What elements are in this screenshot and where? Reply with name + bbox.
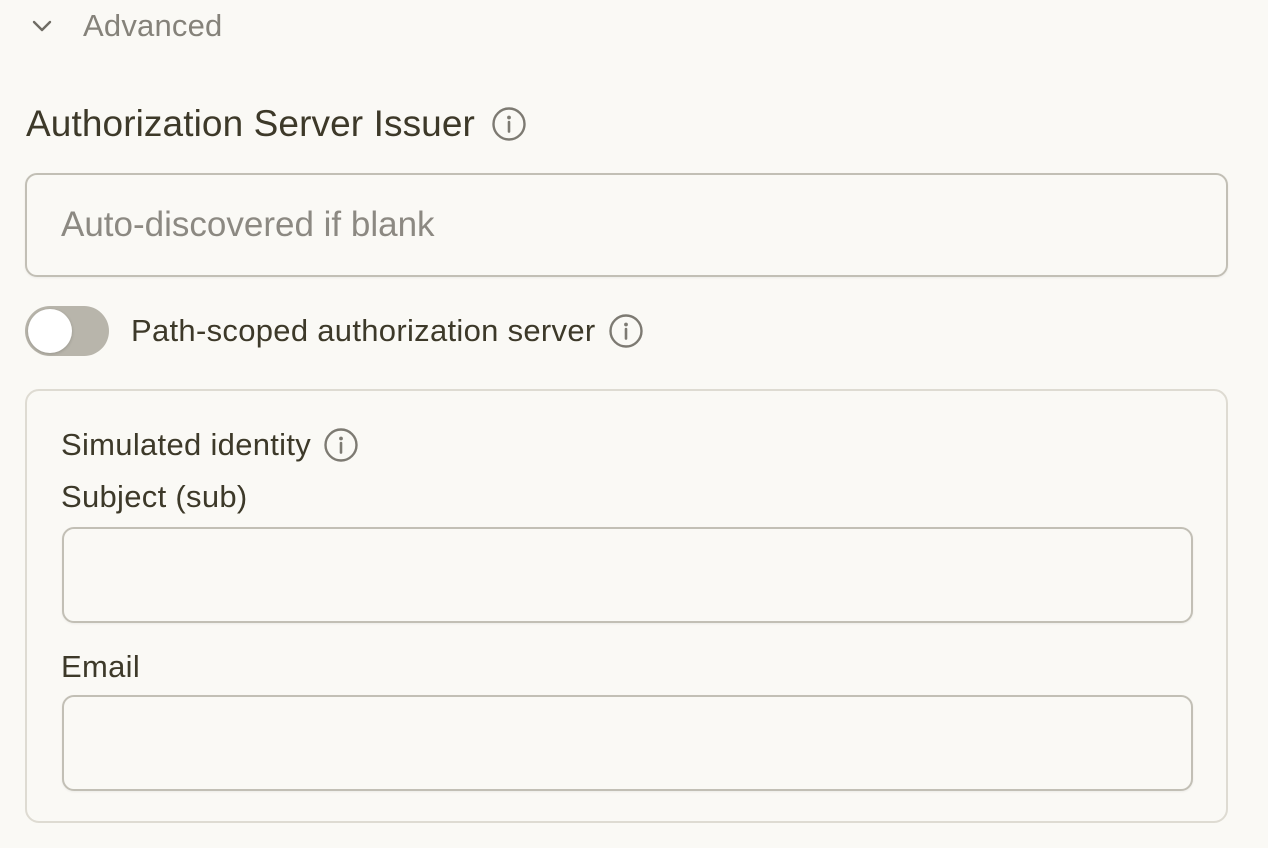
path-scoped-toggle[interactable]: [25, 306, 109, 356]
toggle-knob: [28, 309, 72, 353]
simulated-identity-card: Simulated identity Subject (sub) Email: [25, 389, 1228, 823]
simulated-identity-header: Simulated identity: [61, 421, 359, 469]
simulated-identity-title: Simulated identity: [61, 427, 312, 462]
info-icon[interactable]: [323, 427, 359, 463]
issuer-label-row: Authorization Server Issuer: [26, 100, 527, 148]
email-input[interactable]: [62, 695, 1193, 791]
info-icon[interactable]: [491, 106, 527, 142]
chevron-down-icon: [28, 12, 56, 40]
path-scoped-label: Path-scoped authorization server: [131, 313, 596, 348]
advanced-settings-panel: Advanced Authorization Server Issuer Pat…: [0, 0, 1268, 848]
subject-input[interactable]: [62, 527, 1193, 623]
path-scoped-row: Path-scoped authorization server: [25, 304, 644, 358]
subject-label: Subject (sub): [61, 479, 248, 514]
issuer-input[interactable]: [25, 173, 1228, 277]
info-icon[interactable]: [608, 313, 644, 349]
issuer-label: Authorization Server Issuer: [26, 103, 475, 144]
email-label: Email: [61, 649, 141, 684]
advanced-label: Advanced: [83, 8, 223, 43]
advanced-section-toggle[interactable]: Advanced: [28, 4, 222, 48]
